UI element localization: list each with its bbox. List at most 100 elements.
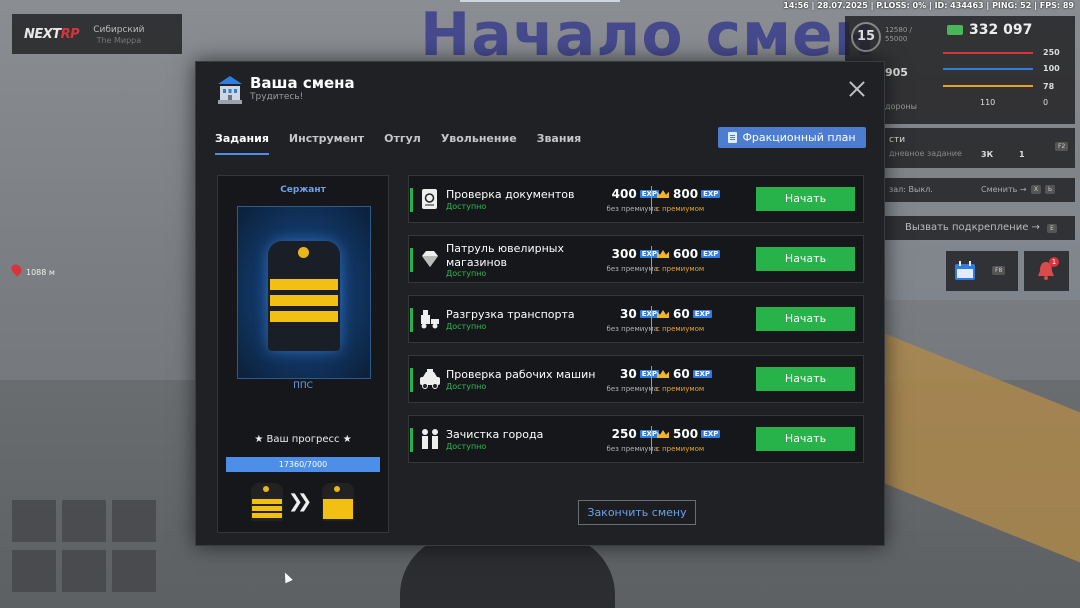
cash-icon (947, 25, 963, 35)
start-task-button[interactable]: Начать (756, 307, 855, 331)
radio-key-2: Ь (1045, 185, 1056, 194)
radio-switch: Сменить → (981, 185, 1027, 194)
exp-base-label: без премиума (606, 385, 658, 393)
exp-tag: EXP (692, 310, 713, 318)
exp-base: 400 EXP (589, 187, 659, 201)
backup-key: E (1047, 224, 1057, 233)
exp-base: 30 EXP (589, 367, 659, 381)
rank-division: ППС (293, 381, 313, 391)
hud-side-text: дороны (885, 102, 917, 111)
inventory-slot[interactable] (62, 500, 106, 542)
logo-part-b: RP (60, 26, 80, 42)
exp-premium: 60 EXP (673, 367, 713, 381)
backup-panel: Вызвать подкрепление → E (885, 216, 1075, 240)
exp-separator (651, 366, 652, 394)
task-status: Доступно (446, 202, 487, 211)
task-name: Проверка рабочих машин (446, 368, 596, 381)
tab-dismissal[interactable]: Увольнение (441, 132, 517, 155)
rank-panel: Сержант ППС ★ Ваш прогресс ★ 17360/7000 … (217, 175, 389, 533)
money-value: 332 097 (969, 22, 1033, 38)
task-status: Доступно (446, 269, 487, 278)
task-status: Доступно (446, 322, 487, 331)
calendar-key: F8 (992, 266, 1006, 275)
exp-premium-value: 600 (673, 247, 699, 261)
document-icon (728, 132, 738, 143)
health-bar (943, 52, 1033, 54)
inventory-slot[interactable] (62, 550, 106, 592)
rank-name: Сержант (280, 185, 326, 195)
exp-base-value: 300 (611, 247, 637, 261)
tab-tasks[interactable]: Задания (215, 132, 269, 155)
daily-reward-money: 3К (981, 150, 994, 159)
money: 332 097 (947, 22, 1032, 38)
task-status: Доступно (446, 442, 487, 451)
exp-premium: 800 EXP (673, 187, 721, 201)
tab-instrument[interactable]: Инструмент (289, 132, 364, 155)
exp-base-label: без премиума (606, 265, 658, 273)
exp-base: 300 EXP (589, 247, 659, 261)
exp-premium-label: с премиумом (656, 385, 705, 393)
exp-premium-value: 800 (673, 187, 699, 201)
hud-value-110: 110 (980, 98, 996, 107)
daily-task-panel: сти дневное задание 3К 1 F2 (885, 128, 1075, 168)
police-station-icon (218, 76, 242, 104)
daily-reward-tickets: 1 (1019, 150, 1025, 159)
shift-modal: Ваша смена Трудитесь! Задания Инструмент… (195, 61, 885, 546)
start-task-button[interactable]: Начать (756, 187, 855, 211)
task-row: Патруль ювелирных магазинов Доступно 300 EX… (408, 235, 864, 283)
diamond-icon (422, 251, 438, 267)
exp-base-value: 400 (611, 187, 637, 201)
exp-tag: EXP (639, 190, 659, 198)
tab-bar: Задания Инструмент Отгул Увольнение Зван… (215, 132, 581, 155)
exp-base-label: без премиума (606, 205, 658, 213)
xp-max: 55000 (885, 35, 908, 43)
exp-premium-value: 60 (673, 367, 690, 381)
task-status: Доступно (446, 382, 487, 391)
task-accent (410, 308, 413, 332)
top-status-line: 14:56 | 28.07.2025 | P.LOSS: 0% | ID: 43… (783, 1, 1074, 10)
exp-premium: 60 EXP (673, 307, 713, 321)
epaulet-icon (268, 241, 340, 351)
task-name: Проверка документов (446, 188, 575, 201)
start-task-button[interactable]: Начать (756, 367, 855, 391)
task-accent (410, 188, 413, 212)
daily-task-subtitle: дневное задание (889, 149, 962, 158)
task-name: Разгрузка транспорта (446, 308, 575, 321)
health-value: 250 (1043, 48, 1060, 57)
passport-icon (422, 189, 437, 209)
current-rank-epaulet-icon (251, 483, 283, 521)
hud-value-905: 905 (885, 66, 908, 79)
task-accent (410, 248, 413, 272)
inventory-slot[interactable] (112, 550, 156, 592)
exp-premium-label: с премиумом (656, 265, 705, 273)
exp-base-value: 250 (611, 427, 637, 441)
next-rank-epaulet-icon (322, 483, 354, 521)
modal-subtitle: Трудитесь! (250, 92, 304, 102)
start-task-button[interactable]: Начать (756, 427, 855, 451)
tab-ranks[interactable]: Звания (537, 132, 582, 155)
inventory-slot[interactable] (112, 500, 156, 542)
exp-separator (651, 246, 652, 274)
inventory-slot[interactable] (12, 500, 56, 542)
exp-base: 30 EXP (589, 307, 659, 321)
end-shift-button[interactable]: Закончить смену (578, 500, 696, 525)
calendar-icon (955, 261, 975, 280)
exp-separator (651, 186, 652, 214)
task-row: Разгрузка транспорта Доступно 30 EXP без пре… (408, 295, 864, 343)
close-icon[interactable] (848, 80, 866, 98)
inventory-slot[interactable] (12, 550, 56, 592)
gps-distance: 1088 м (26, 268, 55, 277)
tab-day-off[interactable]: Отгул (384, 132, 421, 155)
location-pin-icon (9, 262, 24, 277)
start-task-button[interactable]: Начать (756, 247, 855, 271)
workers-icon (422, 429, 438, 449)
progress-label: ★ Ваш прогресс ★ (254, 434, 352, 445)
top-indicator (460, 0, 620, 2)
exp-base-value: 30 (619, 367, 637, 381)
calendar-button[interactable]: F8 (946, 251, 1018, 291)
notifications-button[interactable]: 1 (1024, 251, 1069, 291)
daily-task-key: F2 (1055, 142, 1069, 151)
task-row: Проверка документов Доступно 400 EXP без пре… (408, 175, 864, 223)
faction-plan-button[interactable]: Фракционный план (718, 127, 866, 148)
exp-separator (651, 426, 652, 454)
